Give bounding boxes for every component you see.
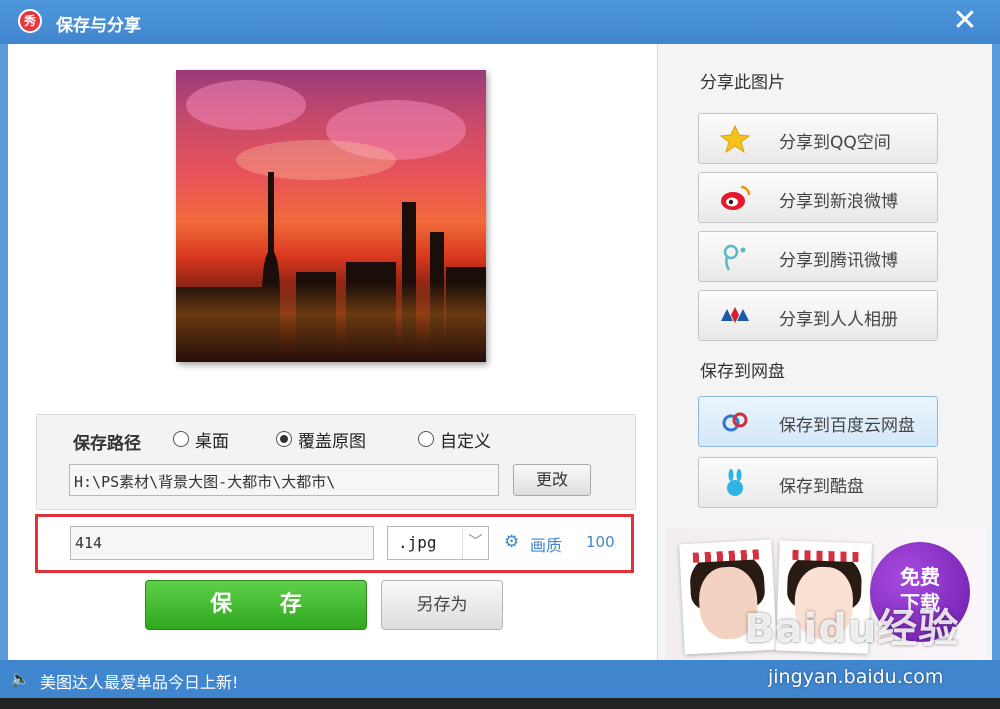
- save-baidu-cloud-label: 保存到百度云网盘: [779, 416, 915, 436]
- change-path-button[interactable]: 更改: [513, 464, 591, 496]
- chevron-down-icon[interactable]: ﹀: [462, 527, 488, 559]
- save-kupan-button[interactable]: 保存到酷盘: [698, 457, 938, 508]
- save-baidu-cloud-button[interactable]: 保存到百度云网盘: [698, 396, 938, 447]
- share-qzone-label: 分享到QQ空间: [779, 133, 891, 153]
- dialog-title: 保存与分享: [56, 16, 141, 36]
- share-qzone-button[interactable]: 分享到QQ空间: [698, 113, 938, 164]
- baidu-cloud-icon: [722, 412, 748, 432]
- app-logo-icon: 秀: [18, 9, 42, 33]
- save-path-label: 保存路径: [73, 434, 141, 454]
- radio-custom[interactable]: 自定义: [418, 429, 491, 452]
- share-renren-label: 分享到人人相册: [779, 310, 898, 330]
- radio-desktop[interactable]: 桌面: [173, 429, 229, 452]
- file-name-field[interactable]: 414: [70, 526, 374, 560]
- save-path-panel: 保存路径 桌面 覆盖原图 自定义 H:\PS素材\背景大图-大都市\大都市\ 更…: [36, 414, 636, 510]
- radio-overwrite-dot[interactable]: [276, 431, 292, 447]
- share-tencent-label: 分享到腾讯微博: [779, 251, 898, 271]
- renren-icon: [721, 307, 749, 323]
- title-bar: 秀 保存与分享 ✕: [0, 0, 1000, 44]
- radio-custom-label: 自定义: [440, 431, 491, 452]
- watermark-url: jingyan.baidu.com: [768, 666, 944, 688]
- preview-cloud: [236, 140, 396, 180]
- cloud-section-title: 保存到网盘: [700, 362, 785, 382]
- sina-weibo-icon: [721, 185, 751, 210]
- share-section-title: 分享此图片: [700, 73, 785, 93]
- preview-city-lights: [176, 282, 486, 362]
- save-kupan-label: 保存到酷盘: [779, 477, 864, 497]
- share-sina-label: 分享到新浪微博: [779, 192, 898, 212]
- radio-desktop-label: 桌面: [195, 431, 229, 452]
- share-sina-button[interactable]: 分享到新浪微博: [698, 172, 938, 223]
- gear-icon[interactable]: ⚙: [504, 533, 522, 551]
- preview-cloud: [186, 80, 306, 130]
- format-value: .jpg: [398, 533, 437, 552]
- quality-link[interactable]: 画质: [530, 532, 562, 556]
- left-panel: 保存路径 桌面 覆盖原图 自定义 H:\PS素材\背景大图-大都市\大都市\ 更…: [8, 44, 656, 660]
- dialog-body: 保存路径 桌面 覆盖原图 自定义 H:\PS素材\背景大图-大都市\大都市\ 更…: [8, 44, 992, 660]
- share-tencent-button[interactable]: 分享到腾讯微博: [698, 231, 938, 282]
- bottom-strip: [0, 698, 1000, 709]
- save-as-button[interactable]: 另存为: [381, 580, 503, 630]
- baidu-watermark: Baidu经验: [744, 606, 960, 652]
- format-select[interactable]: .jpg ﹀: [387, 526, 489, 560]
- save-path-field[interactable]: H:\PS素材\背景大图-大都市\大都市\: [69, 464, 499, 496]
- radio-overwrite[interactable]: 覆盖原图: [276, 429, 366, 452]
- status-message[interactable]: 美图达人最爱单品今日上新!: [40, 669, 238, 693]
- image-preview: [176, 70, 486, 362]
- quality-value: 100: [586, 533, 615, 551]
- tencent-weibo-icon: [723, 244, 746, 271]
- share-renren-button[interactable]: 分享到人人相册: [698, 290, 938, 341]
- kupan-rabbit-icon: [727, 469, 743, 496]
- free-download-line1: 免费: [900, 565, 940, 589]
- radio-overwrite-label: 覆盖原图: [298, 431, 366, 452]
- right-panel: 分享此图片 分享到QQ空间 分享到新浪微博 分享到腾讯微博 分享到人人相册 保存…: [657, 44, 992, 660]
- close-button[interactable]: ✕: [950, 6, 980, 36]
- save-share-dialog: 秀 保存与分享 ✕ 保存路径 桌面 覆盖原图 自定义 H:\PS素材\背景大图-…: [0, 0, 1000, 709]
- save-button[interactable]: 保 存: [145, 580, 367, 630]
- radio-desktop-dot[interactable]: [173, 431, 189, 447]
- speaker-icon: 🔈: [10, 669, 30, 688]
- qzone-star-icon: [719, 124, 751, 154]
- radio-custom-dot[interactable]: [418, 431, 434, 447]
